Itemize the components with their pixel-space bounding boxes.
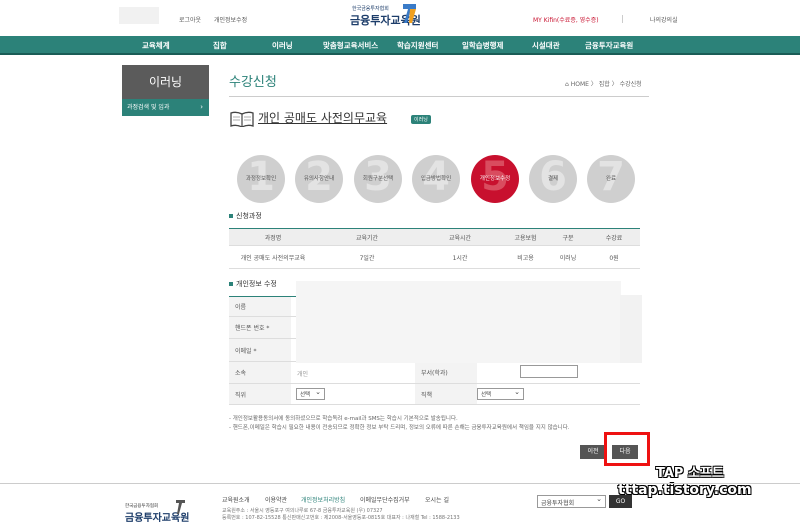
footer-registration: 등록번호 : 107-82-15528 통신판매신고번호 : 제2008-서울영… — [222, 515, 460, 521]
nav-item-institute[interactable]: 금융투자교육원 — [585, 40, 633, 51]
dept-input[interactable] — [520, 365, 578, 378]
table-cell: 1시간 — [417, 245, 503, 269]
sidebar-title: 이러닝 — [122, 65, 209, 99]
step-6: 6 결제 — [529, 154, 577, 203]
nav-item-group[interactable]: 집합 — [213, 40, 227, 51]
book-icon — [230, 111, 254, 127]
org-value: 개인 — [297, 371, 309, 378]
redacted-area — [620, 295, 642, 363]
chevron-right-icon: › — [200, 103, 203, 111]
table-header-row: 과정명 교육기간 교육시간 고용보험 구분 수강료 — [229, 228, 640, 246]
divider — [622, 15, 623, 23]
footer-logo-icon — [176, 500, 185, 514]
breadcrumb: ⌂ HOME 〉 집합 〉 수강신청 — [565, 79, 642, 88]
column-header: 고용보험 — [503, 228, 548, 246]
step-label: 과정정보확인 — [245, 176, 277, 182]
logout-link[interactable]: 로그아웃 — [179, 15, 201, 24]
page-title: 수강신청 — [229, 75, 277, 90]
home-icon: ⌂ — [565, 81, 569, 88]
go-button[interactable]: GO — [609, 495, 632, 508]
step-4: 4 입금방법확인 — [412, 154, 460, 203]
footer-link-about[interactable]: 교육원소개 — [222, 495, 250, 504]
step-1: 1 과정정보확인 — [237, 154, 285, 203]
step-7: 7 완료 — [587, 154, 635, 203]
my-kifin-link[interactable]: MY Kifin(수료증, 영수증) — [533, 15, 599, 24]
watermark-title: TAP 소프트 — [656, 466, 724, 481]
footer-link-privacy[interactable]: 개인정보처리방침 — [301, 495, 345, 504]
column-header: 교육기간 — [317, 228, 417, 246]
notice-text: - 개인정보활용동의서에 동의하셨으므로 학습독려 e-mail과 SMS는 학… — [229, 416, 458, 422]
redacted-area — [119, 7, 159, 24]
divider — [0, 483, 800, 484]
position-select[interactable]: 선택 — [296, 388, 325, 400]
step-3: 3 회원구분선택 — [354, 154, 402, 203]
brand-logo-icon — [403, 4, 416, 23]
form-row-position: 직위 선택 직책 선택 — [229, 384, 640, 405]
family-site-select[interactable]: 금융투자협회 — [537, 495, 606, 508]
org-label: 소속 — [229, 362, 291, 383]
highlight-box — [604, 432, 650, 466]
duty-label: 직책 — [415, 384, 477, 404]
my-lecture-link[interactable]: 나의강의실 — [650, 15, 678, 24]
nav-item-elearning[interactable]: 이러닝 — [272, 40, 293, 51]
notice-text: - 핸드폰,이메일은 학습시 필요한 내용이 전송되므로 정확한 정보 부탁 드… — [229, 425, 570, 431]
prev-button[interactable]: 이전 — [580, 445, 606, 459]
section-title-info: 개인정보 수정 — [229, 279, 277, 289]
phone-label: 핸드폰 번호 * — [229, 317, 291, 338]
step-2: 2 유의사항안내 — [295, 154, 343, 203]
nav-item-work-study[interactable]: 일학습병행제 — [462, 40, 503, 51]
redacted-area — [296, 281, 621, 363]
duty-select[interactable]: 선택 — [477, 388, 524, 400]
dept-label: 부서(학과) — [415, 362, 477, 383]
table-cell: 이러닝 — [548, 245, 588, 269]
step-label: 개인정보수정 — [479, 176, 511, 182]
watermark-url: tttap.tistory.com — [618, 482, 752, 498]
course-type-badge: 이러닝 — [411, 115, 431, 124]
column-header: 수강료 — [588, 228, 640, 246]
nav-item-edu-system[interactable]: 교육체계 — [142, 40, 170, 51]
footer-link-terms[interactable]: 이용약관 — [265, 495, 287, 504]
form-row-org: 소속 개인 부서(학과) — [229, 362, 640, 384]
column-header: 과정명 — [229, 228, 317, 246]
table-cell: 0원 — [588, 245, 640, 269]
divider — [229, 96, 649, 97]
sidebar-item-label: 과정검색 및 입과 — [127, 104, 170, 111]
main-nav: 교육체계 집합 이러닝 맞춤형교육서비스 학습지원센터 일학습병행제 시설대관 … — [0, 36, 800, 55]
breadcrumb-text: HOME 〉 집합 〉 수강신청 — [570, 81, 642, 88]
table-cell: 개인 공매도 사전의무교육 — [229, 245, 317, 269]
table-row: 개인 공매도 사전의무교육 7일간 1시간 비고용 이러닝 0원 — [229, 245, 640, 269]
step-label: 유의사항안내 — [303, 176, 335, 182]
step-label: 회원구분선택 — [362, 176, 394, 182]
table-cell: 비고용 — [503, 245, 548, 269]
section-title-course: 신청과정 — [229, 211, 262, 221]
email-label: 이메일 * — [229, 339, 291, 361]
column-header: 구분 — [548, 228, 588, 246]
nav-item-custom-edu[interactable]: 맞춤형교육서비스 — [323, 40, 378, 51]
step-label: 결제 — [547, 176, 559, 182]
nav-item-rental[interactable]: 시설대관 — [532, 40, 560, 51]
course-title: 개인 공매도 사전의무교육 — [258, 111, 388, 125]
sidebar-item-course-search[interactable]: 과정검색 및 입과 › — [122, 99, 209, 116]
footer-address: 교육원주소 : 서울시 영등포구 여의나루로 67-8 금융투자교육원 (우) … — [222, 508, 383, 514]
edit-profile-link[interactable]: 개인정보수정 — [214, 15, 247, 24]
name-label: 이름 — [229, 297, 291, 316]
position-label: 직위 — [229, 384, 291, 404]
column-header: 교육시간 — [417, 228, 503, 246]
step-label: 완료 — [605, 176, 617, 182]
table-cell: 7일간 — [317, 245, 417, 269]
nav-item-support[interactable]: 학습지원센터 — [397, 40, 438, 51]
course-table: 과정명 교육기간 교육시간 고용보험 구분 수강료 개인 공매도 사전의무교육 … — [229, 228, 640, 269]
footer-link-directions[interactable]: 오시는 길 — [425, 495, 449, 504]
step-5-active: 5 개인정보수정 — [471, 154, 519, 203]
brand-subtitle: 한국금융투자협회 — [352, 6, 389, 12]
footer-link-no-email[interactable]: 이메일무단수집거부 — [360, 495, 410, 504]
step-label: 입금방법확인 — [420, 176, 452, 182]
